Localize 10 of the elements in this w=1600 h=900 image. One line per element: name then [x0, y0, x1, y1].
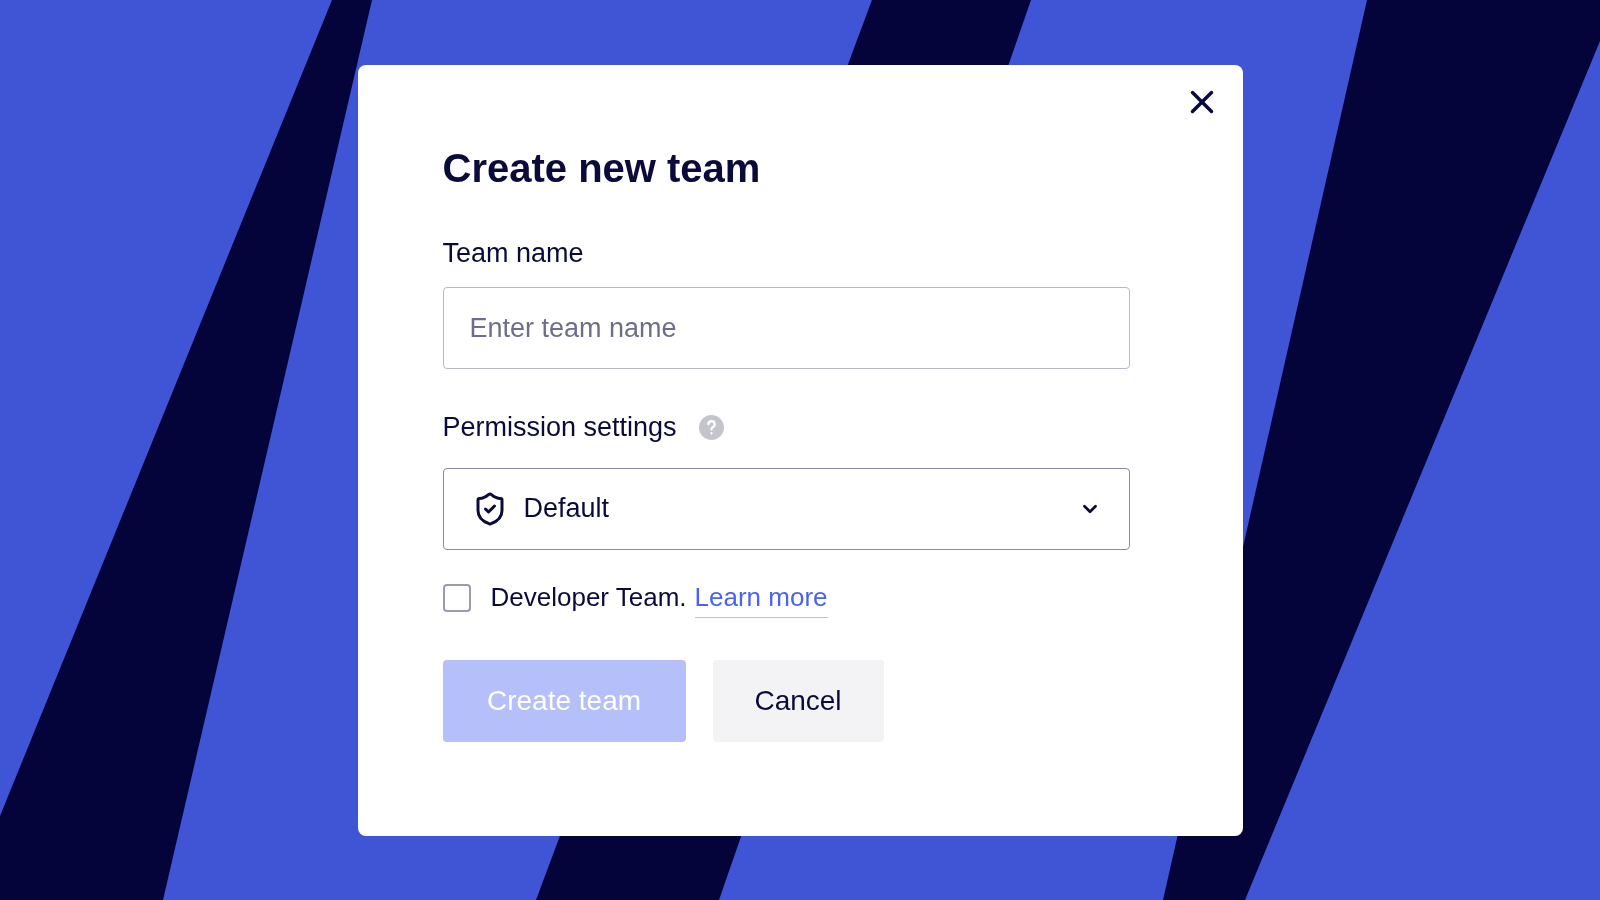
- learn-more-link[interactable]: Learn more: [694, 577, 828, 618]
- checkbox-label: Developer Team.: [490, 581, 687, 614]
- field-label: Permission settings: [442, 411, 677, 444]
- field-label: Team name: [442, 236, 584, 270]
- help-icon[interactable]: [698, 414, 724, 440]
- team-name-field[interactable]: Enter team name: [442, 287, 1130, 369]
- developer-checkbox[interactable]: [442, 583, 471, 612]
- dialog-title: Create new team: [442, 144, 761, 192]
- cancel-button[interactable]: Cancel: [712, 659, 884, 742]
- permission-dropdown[interactable]: Default: [442, 467, 1130, 550]
